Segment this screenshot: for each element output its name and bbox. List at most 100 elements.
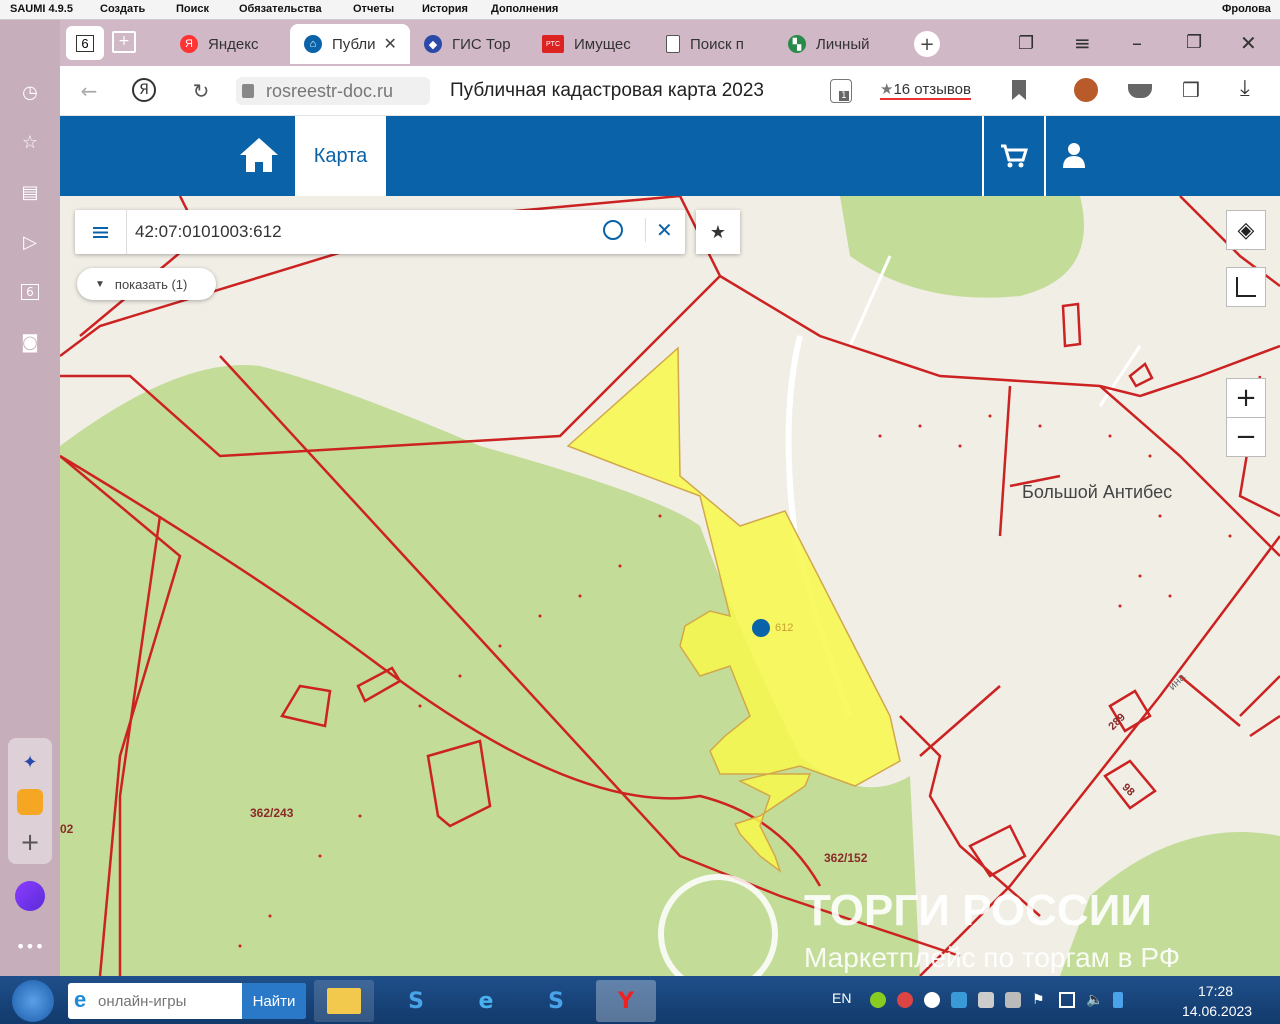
menu-icon[interactable]: ≡ bbox=[1074, 31, 1091, 55]
domain-pill[interactable]: rosreestr-doc.ru bbox=[236, 77, 430, 105]
start-button[interactable] bbox=[12, 980, 54, 1022]
ie-search-input[interactable] bbox=[98, 989, 238, 1013]
flag-icon[interactable]: ⚑ bbox=[1032, 992, 1048, 1008]
doc-icon bbox=[666, 35, 680, 53]
reviews-link[interactable]: ★16 отзывов bbox=[880, 80, 971, 100]
ie-search-button[interactable]: Найти bbox=[242, 983, 306, 1019]
clear-icon[interactable]: ✕ bbox=[645, 218, 673, 242]
menu-search[interactable]: Поиск bbox=[176, 3, 209, 15]
mail-icon[interactable] bbox=[14, 786, 46, 818]
clock-time[interactable]: 17:28 bbox=[1198, 983, 1233, 999]
page-title: Публичная кадастровая карта 2023 bbox=[450, 80, 764, 101]
cadastral-number-input[interactable] bbox=[135, 218, 585, 246]
extension-icon[interactable] bbox=[1074, 78, 1098, 102]
gosuslugi-icon[interactable]: ✦ bbox=[14, 746, 46, 778]
tab-search[interactable]: Поиск п bbox=[666, 24, 762, 64]
taskbar-explorer[interactable] bbox=[314, 980, 374, 1022]
show-results-label: показать (1) bbox=[114, 276, 188, 292]
tab-yandex[interactable]: Я Яндекс bbox=[180, 24, 280, 64]
menu-create[interactable]: Создать bbox=[100, 3, 145, 15]
layers-icon: ◈ bbox=[1237, 217, 1255, 243]
app-menubar: SAUMI 4.9.5 Создать Поиск Обязательства … bbox=[0, 0, 1280, 20]
cart-icon[interactable] bbox=[1000, 144, 1029, 168]
layers-button[interactable]: ◈ bbox=[1226, 210, 1266, 250]
taskbar-saumi[interactable]: S bbox=[386, 980, 446, 1022]
zoom-out-button[interactable]: − bbox=[1226, 417, 1266, 457]
extension3-icon[interactable]: ❒ bbox=[1182, 78, 1200, 102]
zoom-in-button[interactable]: + bbox=[1226, 378, 1266, 418]
ruler-icon bbox=[1236, 277, 1256, 297]
network-icon[interactable] bbox=[1059, 992, 1075, 1008]
user-name: Фролова bbox=[1222, 3, 1271, 15]
new-group-icon[interactable]: + bbox=[112, 31, 136, 53]
tab-label: ГИС Тор bbox=[452, 35, 511, 53]
tab-cabinet[interactable]: ▚ Личный bbox=[788, 24, 888, 64]
tab-counter-button[interactable]: 6 bbox=[66, 26, 104, 60]
yandex-icon: Я bbox=[180, 35, 198, 53]
extension2-icon[interactable] bbox=[1128, 84, 1152, 98]
home-nav-icon[interactable] bbox=[238, 136, 280, 174]
bookmark-icon[interactable] bbox=[1012, 80, 1026, 100]
tray-app-icon[interactable] bbox=[870, 992, 886, 1008]
tray-app-icon[interactable] bbox=[897, 992, 913, 1008]
hamburger-icon[interactable]: ≡ bbox=[75, 210, 127, 254]
screenshot-icon[interactable]: ◙ bbox=[14, 326, 46, 358]
boundary bbox=[1239, 675, 1280, 717]
close-window-icon[interactable]: ✕ bbox=[1240, 31, 1257, 55]
ie-icon: e bbox=[74, 987, 87, 1012]
usb-icon[interactable] bbox=[1113, 992, 1123, 1008]
map-nav-label: Карта bbox=[313, 144, 368, 167]
ruler-button[interactable] bbox=[1226, 267, 1266, 307]
add-app-icon[interactable]: + bbox=[14, 826, 46, 858]
close-tab-icon[interactable]: ✕ bbox=[384, 34, 397, 54]
alice-icon[interactable] bbox=[14, 880, 46, 912]
parcel-label: 362/243 bbox=[250, 806, 294, 820]
tab-label: Личный bbox=[816, 35, 870, 53]
watermark-subtitle: Маркетплейс по торгам в РФ bbox=[804, 942, 1180, 973]
more-icon[interactable]: ••• bbox=[14, 930, 46, 962]
tabs-count-icon[interactable]: 6 bbox=[14, 276, 46, 308]
tray-app-icon[interactable] bbox=[978, 992, 994, 1008]
collections-sidebar-icon[interactable]: ▤ bbox=[14, 176, 46, 208]
map-nav-tab[interactable]: Карта bbox=[295, 116, 386, 196]
menu-reports[interactable]: Отчеты bbox=[353, 3, 394, 15]
tab-gis-torgi[interactable]: ◆ ГИС Тор bbox=[424, 24, 524, 64]
parcel-label: 02 bbox=[60, 822, 74, 836]
star-icon: ★ bbox=[880, 81, 894, 98]
yandex-logo-icon[interactable]: Я bbox=[132, 78, 156, 102]
restore-icon[interactable]: ❐ bbox=[1186, 32, 1202, 53]
protect-icon[interactable]: 1 bbox=[830, 79, 852, 103]
language-indicator[interactable]: EN bbox=[832, 990, 851, 1006]
show-results-button[interactable]: ▼ показать (1) bbox=[77, 268, 216, 300]
user-icon[interactable] bbox=[1062, 142, 1086, 168]
favorites-button[interactable]: ★ bbox=[696, 210, 740, 254]
download-icon[interactable]: ⤓ bbox=[1240, 76, 1250, 101]
cadastral-map[interactable]: Большой Антибес 612 362/243 362/152 02 2… bbox=[60, 196, 1280, 976]
taskbar-ie[interactable]: e bbox=[456, 980, 516, 1022]
reload-icon[interactable]: ↻ bbox=[188, 78, 214, 104]
tray-app-icon[interactable] bbox=[1005, 992, 1021, 1008]
back-icon[interactable]: ← bbox=[76, 78, 102, 104]
tab-cadastral-map[interactable]: ⌂ Публи ✕ bbox=[290, 24, 410, 64]
new-tab-button[interactable]: + bbox=[914, 31, 940, 57]
history-icon[interactable]: ◷ bbox=[14, 76, 46, 108]
menu-obligations[interactable]: Обязательства bbox=[239, 3, 322, 15]
taskbar-yandex[interactable]: Y bbox=[596, 980, 656, 1022]
minimize-icon[interactable]: – bbox=[1132, 31, 1142, 55]
search-icon[interactable] bbox=[603, 220, 623, 240]
rts-icon: PTC bbox=[542, 35, 564, 53]
tab-rts[interactable]: PTC Имущес bbox=[542, 24, 642, 64]
taskbar-saumi-2[interactable]: S bbox=[526, 980, 586, 1022]
clock-date[interactable]: 14.06.2023 bbox=[1182, 1003, 1252, 1019]
collections-icon[interactable]: ❐ bbox=[1018, 33, 1034, 54]
menu-history[interactable]: История bbox=[422, 3, 468, 15]
volume-icon[interactable]: 🔈 bbox=[1086, 992, 1103, 1008]
watermark: ТОРГИ РОССИИ Маркетплейс по торгам в РФ bbox=[656, 872, 1280, 976]
tray-yandex-icon[interactable] bbox=[924, 992, 940, 1008]
video-icon[interactable]: ▷ bbox=[14, 226, 46, 258]
tray-app-icon[interactable] bbox=[951, 992, 967, 1008]
map-canvas[interactable] bbox=[60, 196, 1280, 976]
bookmarks-icon[interactable]: ☆ bbox=[14, 126, 46, 158]
folder-icon bbox=[327, 988, 361, 1014]
menu-addons[interactable]: Дополнения bbox=[491, 3, 558, 15]
